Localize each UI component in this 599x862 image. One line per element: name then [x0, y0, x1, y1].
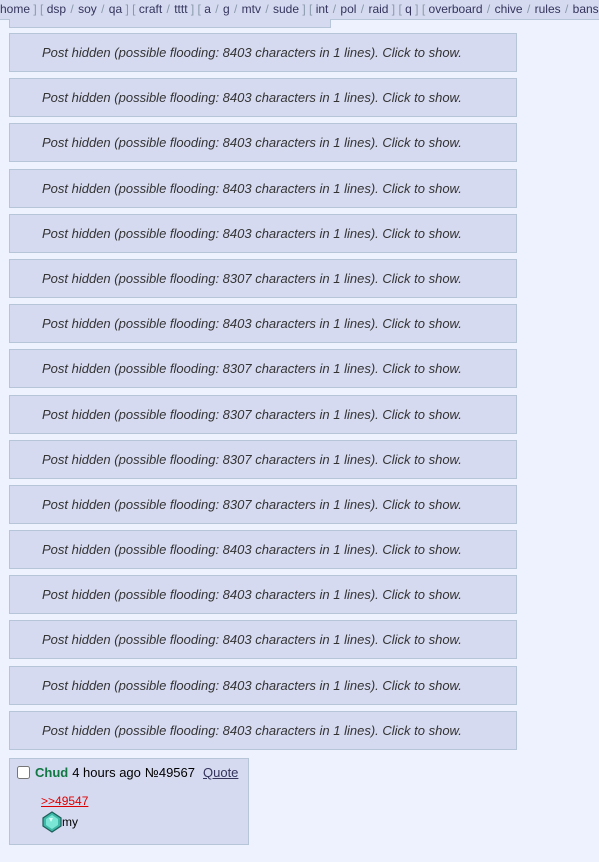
- post-select-checkbox[interactable]: [17, 766, 30, 779]
- nav-link-int[interactable]: int: [316, 2, 329, 16]
- nav-link-mtv[interactable]: mtv: [242, 2, 261, 16]
- nav-link-pol[interactable]: pol: [340, 2, 356, 16]
- quote-link[interactable]: Quote: [203, 765, 238, 780]
- nav-link-a[interactable]: a: [204, 2, 211, 16]
- nav-link-q[interactable]: q: [405, 2, 412, 16]
- hidden-post-notice[interactable]: Post hidden (possible flooding: 8403 cha…: [9, 530, 517, 570]
- nav-link-rules[interactable]: rules: [535, 2, 561, 16]
- nav-link-raid[interactable]: raid: [368, 2, 388, 16]
- nav-link-soy[interactable]: soy: [78, 2, 97, 16]
- nav-link-tttt[interactable]: tttt: [174, 2, 187, 16]
- nav-link-sude[interactable]: sude: [273, 2, 299, 16]
- nav-link-g[interactable]: g: [223, 2, 230, 16]
- hidden-post-notice[interactable]: Post hidden (possible flooding: 8307 cha…: [9, 394, 517, 434]
- post-number[interactable]: №49567: [145, 765, 195, 780]
- nav-link-craft[interactable]: craft: [139, 2, 162, 16]
- hidden-post-notice[interactable]: Post hidden (possible flooding: 8403 cha…: [9, 78, 517, 118]
- hidden-post-notice[interactable]: Post hidden (possible flooding: 8403 cha…: [9, 575, 517, 615]
- nav-link-dsp[interactable]: dsp: [47, 2, 66, 16]
- poster-name: Chud: [35, 765, 69, 780]
- post-time: 4 hours ago: [72, 765, 141, 780]
- hidden-post-notice[interactable]: Post hidden (possible flooding: 8403 cha…: [9, 123, 517, 163]
- hidden-post-notice[interactable]: Post hidden (possible flooding: 8403 cha…: [9, 304, 517, 344]
- hidden-post-notice[interactable]: Post hidden (possible flooding: 8403 cha…: [9, 33, 517, 72]
- top-navigation-bar: home ] [ dsp / soy / qa ] [ craft / tttt…: [0, 0, 599, 20]
- reply-post: Chud 4 hours ago №49567 Quote >>49547 my: [9, 758, 249, 845]
- nav-link-home[interactable]: home: [0, 2, 30, 16]
- nav-link-chive[interactable]: chive: [495, 2, 523, 16]
- hidden-posts-list: Post hidden (possible flooding: 8403 cha…: [9, 33, 517, 756]
- hidden-post-notice[interactable]: Post hidden (possible flooding: 8403 cha…: [9, 665, 517, 705]
- hidden-post-notice[interactable]: Post hidden (possible flooding: 8403 cha…: [9, 168, 517, 208]
- post-body: my: [41, 811, 78, 833]
- post-form-edge: [9, 19, 331, 28]
- hidden-post-notice[interactable]: Post hidden (possible flooding: 8403 cha…: [9, 620, 517, 660]
- nav-link-qa[interactable]: qa: [109, 2, 122, 16]
- diamond-icon: [42, 811, 62, 833]
- hidden-post-notice[interactable]: Post hidden (possible flooding: 8403 cha…: [9, 710, 517, 750]
- nav-link-bans[interactable]: bans: [573, 2, 599, 16]
- hidden-post-notice[interactable]: Post hidden (possible flooding: 8403 cha…: [9, 213, 517, 253]
- hidden-post-notice[interactable]: Post hidden (possible flooding: 8307 cha…: [9, 439, 517, 479]
- hidden-post-notice[interactable]: Post hidden (possible flooding: 8307 cha…: [9, 258, 517, 298]
- nav-link-overboard[interactable]: overboard: [429, 2, 483, 16]
- hidden-post-notice[interactable]: Post hidden (possible flooding: 8307 cha…: [9, 484, 517, 524]
- post-text: my: [62, 815, 78, 829]
- backlink[interactable]: >>49547: [41, 794, 88, 808]
- hidden-post-notice[interactable]: Post hidden (possible flooding: 8307 cha…: [9, 349, 517, 389]
- reply-header: Chud 4 hours ago №49567 Quote: [17, 765, 238, 780]
